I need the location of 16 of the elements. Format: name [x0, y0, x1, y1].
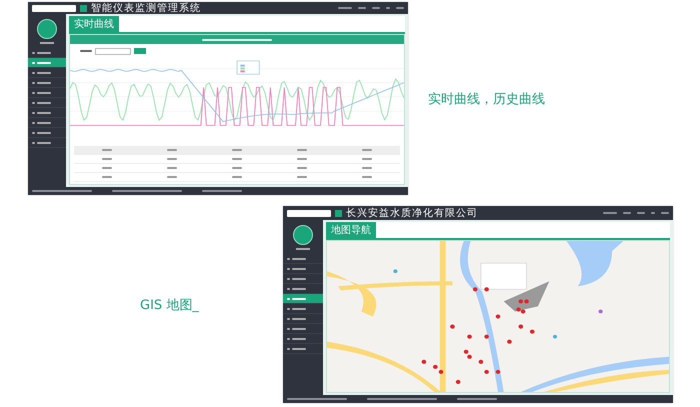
sidebar-item[interactable] [283, 294, 323, 304]
tab[interactable]: 实时曲线 [69, 16, 119, 32]
app-title: 长兴安益水质净化有限公司 [346, 206, 478, 220]
chart-legend [236, 60, 260, 74]
sidebar-item[interactable] [28, 58, 66, 68]
caption: 实时曲线，历史曲线 [428, 90, 545, 108]
app-title: 智能仪表监测管理系统 [91, 2, 201, 16]
caption: GIS 地图_ [140, 296, 199, 314]
logo-icon [335, 210, 342, 217]
avatar-icon [37, 19, 57, 40]
query-button[interactable] [134, 48, 146, 54]
logo-icon [80, 4, 87, 12]
tab[interactable]: 地图导航 [326, 222, 376, 238]
avatar-icon [293, 225, 313, 246]
site-select[interactable] [287, 210, 331, 217]
site-select[interactable] [32, 4, 76, 12]
